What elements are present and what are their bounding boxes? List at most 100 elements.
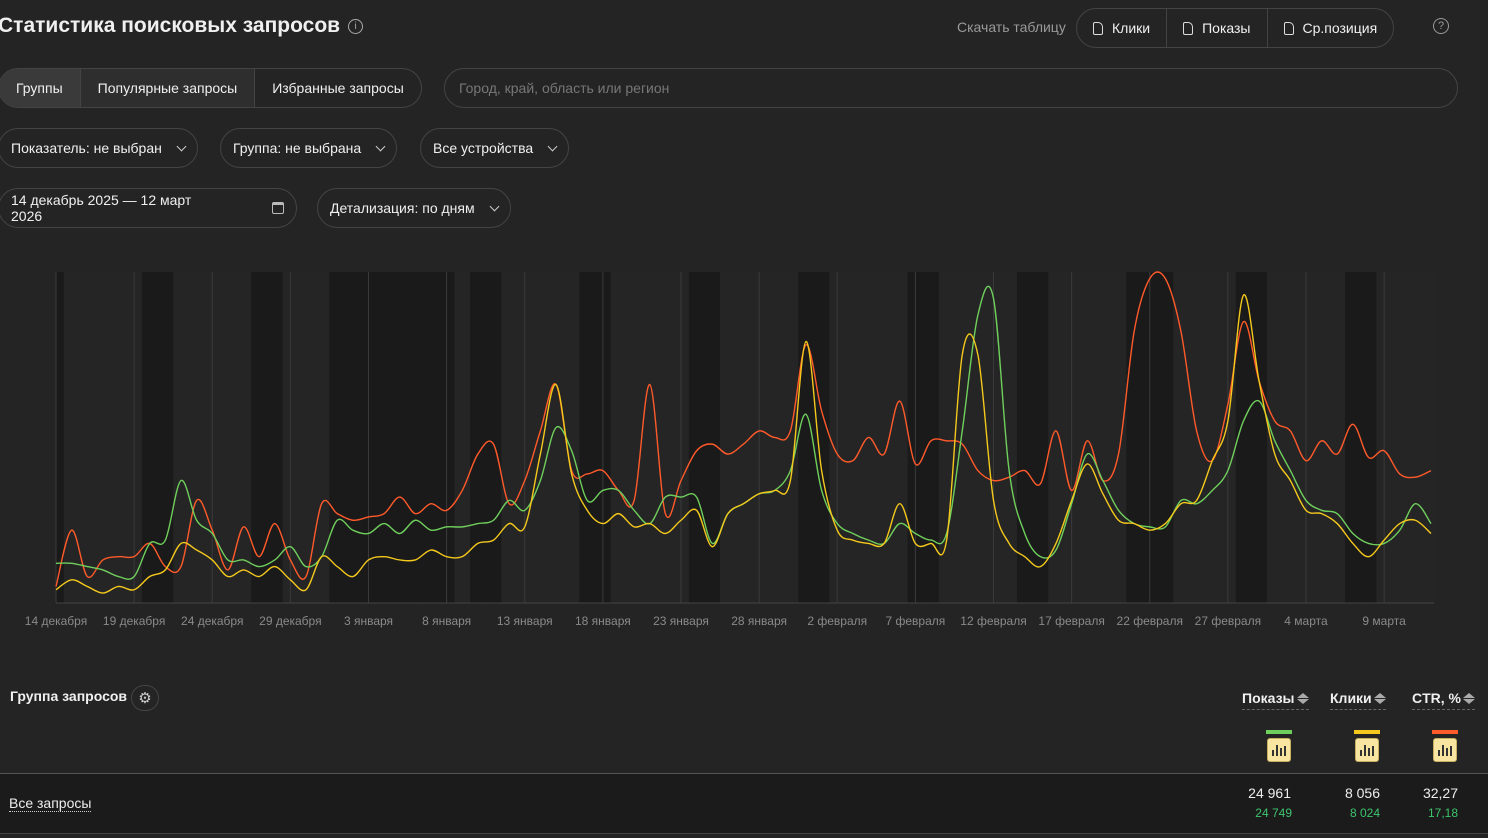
- ctr-chart-toggle[interactable]: [1433, 738, 1457, 762]
- download-buttons: Клики Показы Ср.позиция: [1076, 8, 1395, 48]
- ctr-color-legend: [1432, 730, 1458, 734]
- clicks-chart-toggle[interactable]: [1355, 738, 1379, 762]
- ctr-value: 32,27: [1422, 785, 1458, 801]
- x-tick-label: 19 декабря: [103, 614, 165, 628]
- metric-dropdown[interactable]: Показатель: не выбран: [0, 128, 198, 168]
- weekend-band: [688, 272, 705, 603]
- weekend-band: [376, 272, 392, 603]
- x-tick-label: 7 февраля: [885, 614, 945, 628]
- x-tick-label: 22 февраля: [1117, 614, 1183, 628]
- weekend-band: [1345, 272, 1361, 603]
- line-chart[interactable]: 14 декабря 19 декабря 24 декабря 29 декабря…: [0, 260, 1488, 640]
- page-title-text: Статистика поисковых запросов: [0, 14, 341, 37]
- group-dropdown-label: Группа: не выбрана: [233, 140, 362, 156]
- weekend-band: [1251, 272, 1267, 603]
- region-search-input[interactable]: [444, 68, 1458, 108]
- x-tick-label: 17 февраля: [1038, 614, 1104, 628]
- shows-color-legend: [1266, 730, 1292, 734]
- shows-chart-toggle[interactable]: [1267, 738, 1291, 762]
- column-shows-header[interactable]: Показы: [1242, 690, 1309, 710]
- weekend-band: [407, 272, 424, 603]
- devices-dropdown-label: Все устройства: [433, 140, 534, 156]
- info-icon[interactable]: i: [348, 18, 364, 34]
- file-icon: [1283, 21, 1294, 35]
- weekend-band: [345, 272, 361, 603]
- devices-dropdown[interactable]: Все устройства: [420, 128, 570, 168]
- sort-icon: [1296, 692, 1309, 704]
- column-clicks-header[interactable]: Клики: [1330, 690, 1386, 710]
- x-tick-label: 24 декабря: [181, 614, 243, 628]
- weekend-band: [923, 272, 939, 603]
- chevron-down-icon: [547, 141, 558, 151]
- clicks-value: 8 056: [1344, 785, 1380, 801]
- x-tick-label: 2 февраля: [807, 614, 867, 628]
- download-table-label: Скачать таблицу: [957, 19, 1066, 35]
- clicks-color-legend: [1354, 730, 1380, 734]
- sort-icon: [1463, 692, 1475, 704]
- weekend-band: [329, 272, 346, 603]
- chevron-down-icon: [489, 201, 500, 211]
- weekend-band: [470, 272, 486, 603]
- gear-icon[interactable]: ⚙: [131, 685, 159, 711]
- column-label: Показы: [1242, 690, 1295, 706]
- weekend-band: [704, 272, 721, 603]
- column-ctr-header[interactable]: CTR, %: [1412, 690, 1475, 710]
- shows-value: 24 961: [1248, 785, 1291, 801]
- help-icon[interactable]: ?: [1433, 18, 1449, 34]
- chevron-down-icon: [375, 141, 386, 151]
- weekend-band: [157, 272, 174, 603]
- x-tick-label: 28 января: [731, 614, 787, 628]
- file-icon: [1183, 21, 1194, 35]
- weekend-band: [1032, 272, 1049, 603]
- x-tick-label: 13 января: [497, 614, 553, 628]
- tab-favorite-queries[interactable]: Избранные запросы: [255, 69, 421, 107]
- query-group-header: Группа запросов: [10, 688, 128, 704]
- x-tick-label: 8 января: [422, 614, 471, 628]
- x-tick-label: 18 января: [575, 614, 631, 628]
- x-tick-label: 29 декабря: [259, 614, 321, 628]
- date-range-label: 14 декабрь 2025 — 12 март 2026: [11, 192, 192, 224]
- sort-icon: [1373, 692, 1386, 704]
- weekend-band: [391, 272, 408, 603]
- metric-dropdown-label: Показатель: не выбран: [11, 140, 162, 156]
- tab-groups[interactable]: Группы: [0, 69, 81, 107]
- x-tick-label: 14 декабря: [25, 614, 87, 628]
- ctr-compare-value: 17,18: [1427, 806, 1458, 820]
- x-tick-label: 9 марта: [1362, 614, 1406, 628]
- detail-dropdown-label: Детализация: по дням: [330, 200, 475, 216]
- column-label: Клики: [1330, 690, 1372, 706]
- weekend-band: [56, 272, 64, 603]
- chevron-down-icon: [176, 141, 187, 151]
- x-tick-label: 12 февраля: [960, 614, 1026, 628]
- weekend-band: [1157, 272, 1174, 603]
- page-title: Статистика поисковых запросов i: [0, 14, 364, 38]
- clicks-compare-value: 8 024: [1349, 806, 1380, 820]
- file-icon: [1093, 21, 1103, 35]
- weekend-band: [251, 272, 267, 603]
- weekend-band: [798, 272, 814, 603]
- download-shows-label: Показы: [1202, 20, 1251, 36]
- tab-popular-queries[interactable]: Популярные запросы: [80, 69, 256, 107]
- x-tick-label: 27 февраля: [1195, 614, 1261, 628]
- weekend-band: [266, 272, 283, 603]
- weekend-band: [813, 272, 830, 603]
- x-tick-label: 3 января: [344, 614, 393, 628]
- all-queries-link[interactable]: Все запросы: [9, 795, 92, 812]
- download-clicks-label: Клики: [1112, 20, 1151, 36]
- table-row: [0, 773, 1488, 834]
- weekend-band: [579, 272, 596, 603]
- detail-dropdown[interactable]: Детализация: по дням: [317, 188, 511, 228]
- shows-compare-value: 24 749: [1255, 806, 1292, 820]
- calendar-icon: [272, 202, 284, 214]
- download-shows-button[interactable]: Показы: [1167, 9, 1268, 47]
- download-position-label: Ср.позиция: [1302, 20, 1378, 36]
- weekend-band: [1126, 272, 1142, 603]
- download-position-button[interactable]: Ср.позиция: [1268, 9, 1394, 47]
- group-dropdown[interactable]: Группа: не выбрана: [220, 128, 398, 168]
- date-range-picker[interactable]: 14 декабрь 2025 — 12 март 2026: [0, 188, 297, 228]
- x-tick-label: 23 января: [653, 614, 709, 628]
- weekend-band: [485, 272, 502, 603]
- column-label: CTR, %: [1412, 690, 1461, 706]
- download-clicks-button[interactable]: Клики: [1077, 9, 1168, 47]
- x-tick-label: 4 марта: [1284, 614, 1328, 628]
